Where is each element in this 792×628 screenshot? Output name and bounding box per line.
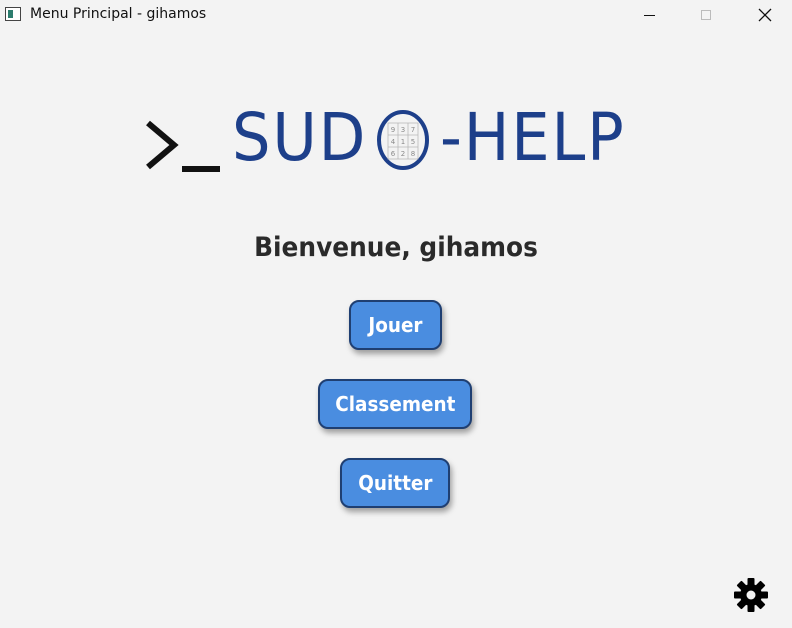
sudoku-digit: 1: [401, 138, 405, 146]
sudoku-digit: 5: [411, 138, 415, 146]
minimize-button[interactable]: [626, 0, 672, 30]
maximize-icon: [701, 10, 711, 20]
minimize-icon: [643, 14, 655, 16]
welcome-heading: Bienvenue, gihamos: [254, 232, 538, 263]
app-logo: SUD 9 3 7 4 1 5 6 2 8 -HELP: [140, 95, 660, 185]
main-menu-window: Menu Principal - gihamos SUD 9 3 7 4 1 5…: [0, 0, 792, 628]
logo-text-right: -HELP: [440, 99, 626, 176]
close-icon: [758, 8, 772, 22]
settings-gear-icon[interactable]: [733, 577, 769, 613]
sudoku-digit: 8: [411, 150, 415, 158]
sudoku-digit: 6: [391, 150, 396, 158]
app-icon: [5, 7, 21, 21]
maximize-button[interactable]: [683, 0, 729, 30]
sudoku-digit: 2: [401, 150, 405, 158]
terminal-prompt-icon: [146, 120, 220, 172]
sudoku-digit: 9: [391, 126, 395, 134]
ranking-button[interactable]: Classement: [318, 379, 472, 429]
play-button[interactable]: Jouer: [349, 300, 442, 350]
quit-button-label: Quitter: [357, 471, 433, 495]
close-button[interactable]: [742, 0, 788, 30]
sudoku-digit: 3: [401, 126, 405, 134]
quit-button[interactable]: Quitter: [340, 458, 450, 508]
ranking-button-label: Classement: [334, 392, 456, 416]
window-title: Menu Principal - gihamos: [30, 6, 207, 22]
play-button-label: Jouer: [368, 313, 423, 337]
logo-text-left: SUD: [232, 99, 368, 176]
sudoku-digit: 7: [411, 126, 415, 134]
sudoku-o-icon: 9 3 7 4 1 5 6 2 8: [377, 110, 429, 170]
sudoku-digit: 4: [391, 138, 396, 146]
title-bar: Menu Principal - gihamos: [0, 0, 792, 30]
